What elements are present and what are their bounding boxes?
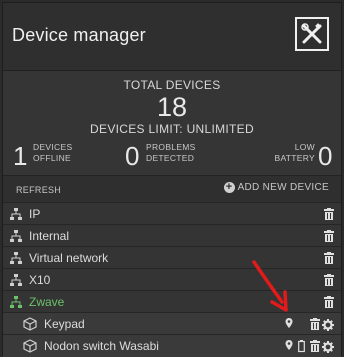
total-devices-count: 18	[156, 92, 188, 122]
battery-icon	[298, 340, 305, 353]
devices-limit: DEVICES LIMIT: UNLIMITED	[90, 122, 254, 136]
trash-icon[interactable]	[324, 208, 334, 220]
problems-count: 0	[125, 141, 140, 171]
battery-count: 0	[318, 141, 333, 171]
location-pin-icon[interactable]	[285, 317, 293, 331]
problems-label: PROBLEMS DETECTED	[146, 142, 196, 163]
trash-icon[interactable]	[324, 230, 334, 242]
device-totals: TOTAL DEVICES 18 DEVICES LIMIT: UNLIMITE…	[3, 71, 341, 176]
network-tree-icon	[10, 230, 22, 242]
network-tree-icon	[10, 274, 22, 286]
network-label: IP	[29, 207, 41, 221]
trash-icon[interactable]	[324, 252, 334, 264]
device-label: Nodon switch Wasabi	[44, 339, 159, 353]
network-row-ip[interactable]: IP	[3, 202, 341, 225]
list-toolbar: REFRESH + ADD NEW DEVICE	[3, 176, 341, 202]
network-tree-icon	[10, 208, 22, 220]
gear-icon[interactable]	[322, 340, 334, 354]
trash-icon[interactable]	[310, 318, 320, 330]
total-devices-label: TOTAL DEVICES	[123, 78, 221, 92]
location-pin-icon[interactable]	[285, 339, 293, 353]
cube-icon	[23, 339, 37, 353]
trash-icon[interactable]	[324, 296, 334, 308]
network-label: Virtual network	[29, 251, 109, 265]
network-tree-icon	[10, 252, 22, 264]
trash-icon[interactable]	[310, 340, 320, 352]
device-row-nodon-switch[interactable]: Nodon switch Wasabi	[3, 334, 341, 357]
refresh-button[interactable]: REFRESH	[16, 185, 61, 195]
tools-cross-icon[interactable]	[295, 17, 329, 51]
page-title: Device manager	[12, 25, 146, 45]
gear-icon[interactable]	[322, 318, 334, 332]
add-device-button[interactable]: + ADD NEW DEVICE	[223, 182, 329, 193]
plus-circle-icon: +	[223, 182, 235, 193]
offline-label: DEVICES OFFLINE	[33, 142, 73, 163]
offline-count: 1	[13, 141, 28, 171]
annotation-arrow	[252, 260, 288, 312]
network-label: X10	[29, 273, 51, 287]
battery-label: LOW BATTERY	[274, 142, 315, 163]
device-label: Keypad	[44, 317, 85, 331]
network-tree-icon	[10, 296, 22, 308]
cube-icon	[23, 317, 37, 331]
network-label: Internal	[29, 229, 70, 243]
add-device-label: ADD NEW DEVICE	[237, 182, 329, 193]
network-label: Zwave	[29, 295, 65, 309]
network-row-internal[interactable]: Internal	[3, 224, 341, 247]
trash-icon[interactable]	[324, 274, 334, 286]
panel-header: Device manager	[3, 3, 341, 71]
